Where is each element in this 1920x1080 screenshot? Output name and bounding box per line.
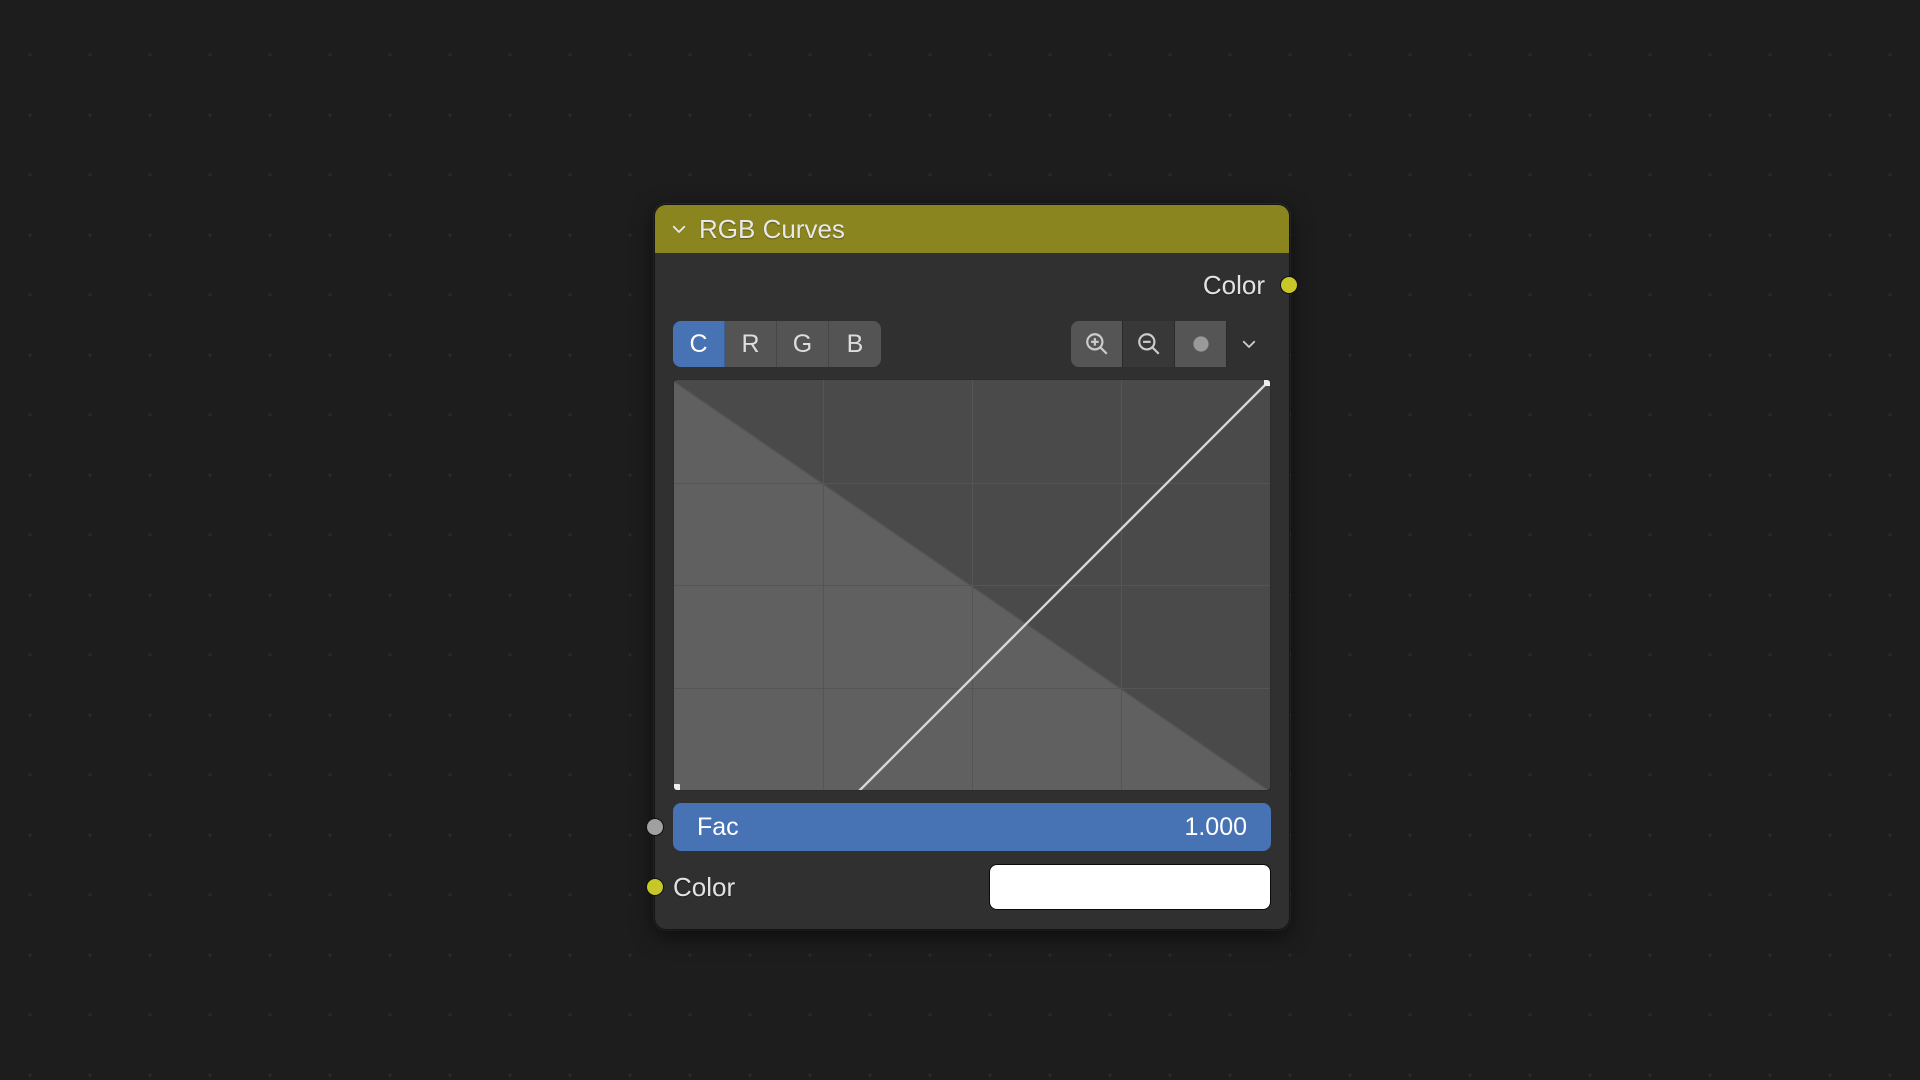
output-color-socket[interactable] bbox=[1280, 276, 1298, 294]
zoom-in-icon bbox=[1084, 331, 1110, 357]
color-swatch[interactable] bbox=[989, 864, 1271, 910]
channel-tab-c[interactable]: C bbox=[673, 321, 725, 367]
clipping-toggle[interactable] bbox=[1175, 321, 1227, 367]
fac-input-socket[interactable] bbox=[646, 818, 664, 836]
node-body: Color C R G B bbox=[655, 253, 1289, 929]
color-input-row: Color bbox=[673, 863, 1271, 911]
curve-options-menu[interactable] bbox=[1227, 321, 1271, 367]
channel-tabs: C R G B bbox=[673, 321, 881, 367]
curve-tool-buttons bbox=[1071, 321, 1271, 367]
fac-slider[interactable]: Fac 1.000 bbox=[673, 803, 1271, 851]
clipping-dot-icon bbox=[1188, 331, 1214, 357]
rgb-curves-node[interactable]: RGB Curves Color C R G B bbox=[654, 204, 1290, 930]
color-input-label: Color bbox=[673, 872, 735, 903]
color-input-socket[interactable] bbox=[646, 878, 664, 896]
channel-tab-g[interactable]: G bbox=[777, 321, 829, 367]
output-color-row: Color bbox=[673, 267, 1271, 303]
curve-editor[interactable] bbox=[673, 379, 1271, 791]
fac-value: 1.000 bbox=[1184, 813, 1247, 842]
channel-tab-r[interactable]: R bbox=[725, 321, 777, 367]
curve-handle-start[interactable] bbox=[673, 784, 680, 791]
curve-handle-end[interactable] bbox=[1264, 379, 1271, 386]
curve-controls-row: C R G B bbox=[673, 321, 1271, 367]
zoom-out-button[interactable] bbox=[1123, 321, 1175, 367]
output-color-label: Color bbox=[1203, 270, 1271, 301]
curve-line bbox=[674, 380, 1270, 791]
zoom-out-icon bbox=[1136, 331, 1162, 357]
fac-label: Fac bbox=[697, 813, 739, 842]
chevron-down-icon bbox=[1240, 335, 1258, 353]
node-title: RGB Curves bbox=[699, 214, 845, 245]
zoom-in-button[interactable] bbox=[1071, 321, 1123, 367]
chevron-down-icon[interactable] bbox=[669, 219, 689, 239]
channel-tab-b[interactable]: B bbox=[829, 321, 881, 367]
node-header[interactable]: RGB Curves bbox=[655, 205, 1289, 253]
